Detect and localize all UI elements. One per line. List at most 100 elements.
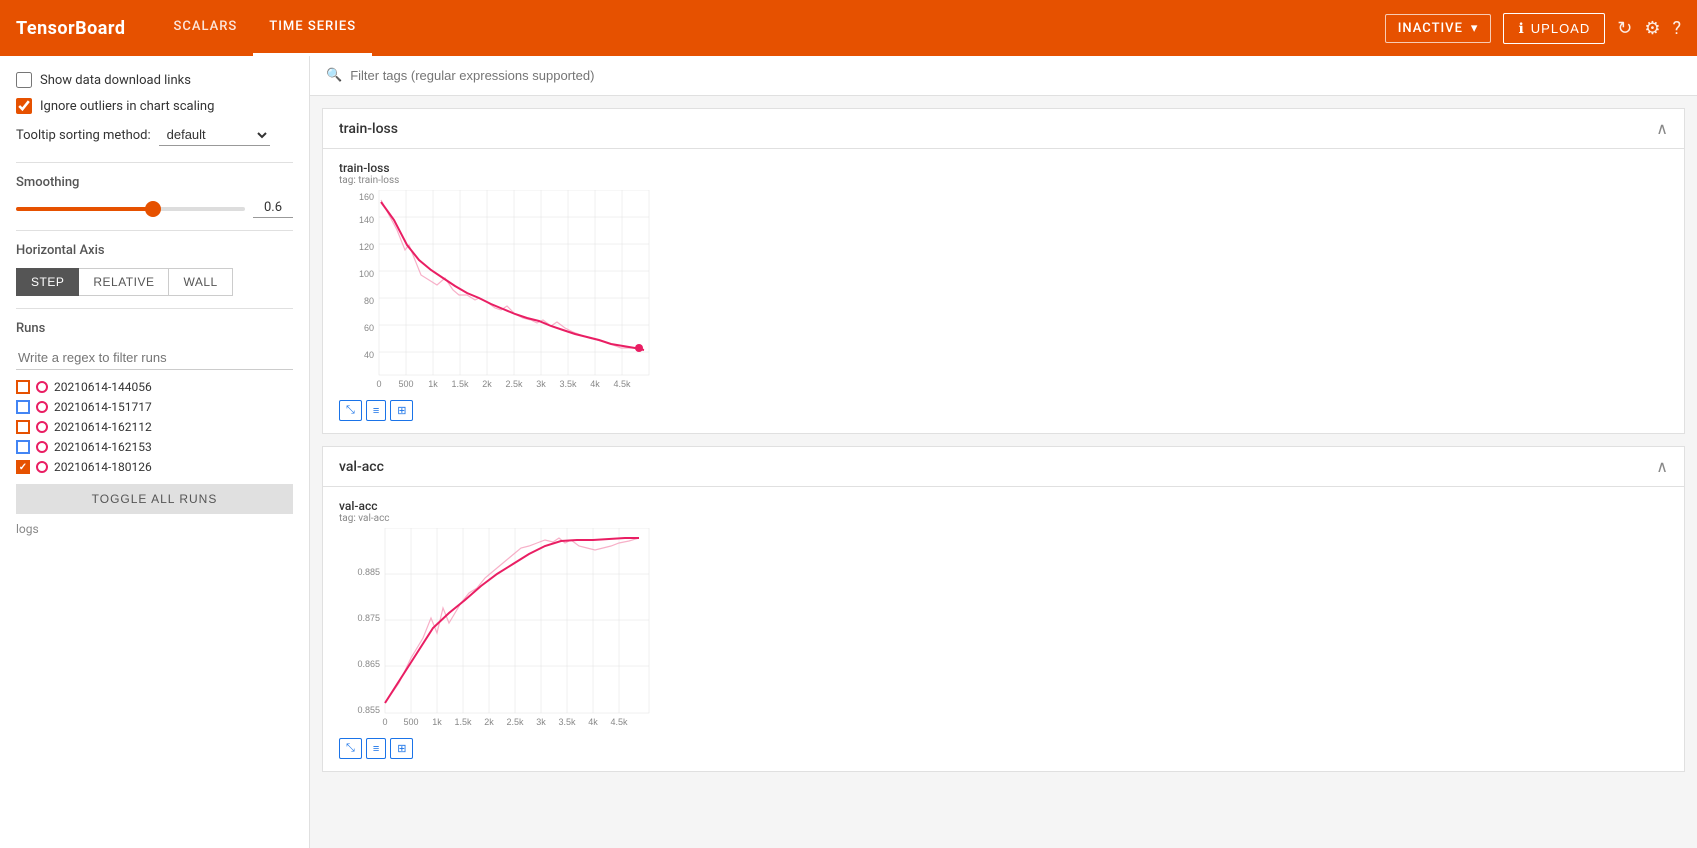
svg-text:160: 160 — [359, 192, 374, 202]
divider-2 — [16, 230, 293, 231]
panel-val-acc-header: val-acc ∧ — [323, 447, 1684, 487]
panel-train-loss: train-loss ∧ train-loss tag: train-loss — [322, 108, 1685, 434]
axis-buttons: STEP RELATIVE WALL — [16, 268, 293, 296]
slider-row: 0.6 — [16, 200, 293, 218]
axis-wall-btn[interactable]: WALL — [169, 268, 232, 296]
topnav: TensorBoard SCALARS TIME SERIES INACTIVE… — [0, 0, 1697, 56]
svg-text:4k: 4k — [590, 379, 600, 389]
settings-icon[interactable]: ⚙ — [1644, 18, 1660, 39]
run-label-4: 20210614-180126 — [54, 460, 152, 474]
svg-text:4.5k: 4.5k — [613, 379, 631, 389]
svg-text:40: 40 — [364, 350, 374, 360]
run-circle-2 — [36, 421, 48, 433]
app-logo: TensorBoard — [16, 18, 126, 39]
panel-val-acc-title: val-acc — [339, 459, 384, 475]
svg-text:1.5k: 1.5k — [454, 717, 472, 727]
panel-val-acc-chevron[interactable]: ∧ — [1656, 457, 1668, 476]
status-dropdown[interactable]: INACTIVE ▾ — [1385, 14, 1492, 43]
data-table-val-acc-btn[interactable]: ≡ — [366, 738, 386, 759]
svg-text:3.5k: 3.5k — [558, 717, 576, 727]
filter-bar: 🔍 — [310, 56, 1697, 96]
expand-val-acc-btn[interactable]: ⤡ — [339, 738, 362, 759]
panel-train-loss-content: train-loss tag: train-loss — [323, 149, 1684, 433]
chart-val-acc-area: 0.855 0.865 0.875 0.885 0 500 1k 1.5k 2k… — [339, 528, 659, 728]
run-circle-0 — [36, 381, 48, 393]
run-item-0[interactable]: 20210614-144056 — [16, 380, 293, 394]
axis-step-btn[interactable]: STEP — [16, 268, 79, 296]
download-btn[interactable]: ⊞ — [390, 400, 413, 421]
divider-3 — [16, 308, 293, 309]
expand-chart-btn[interactable]: ⤡ — [339, 400, 362, 421]
svg-text:3k: 3k — [536, 379, 546, 389]
show-download-checkbox[interactable] — [16, 72, 32, 88]
svg-text:0.855: 0.855 — [357, 705, 380, 715]
options-section: Show data download links Ignore outliers… — [16, 72, 293, 146]
panel-train-loss-header: train-loss ∧ — [323, 109, 1684, 149]
svg-text:4.5k: 4.5k — [610, 717, 628, 727]
panel-val-acc: val-acc ∧ val-acc tag: val-acc — [322, 446, 1685, 772]
logs-label: logs — [16, 522, 293, 536]
divider-1 — [16, 162, 293, 163]
refresh-icon[interactable]: ↻ — [1617, 18, 1632, 39]
svg-text:0.885: 0.885 — [357, 567, 380, 577]
svg-text:3.5k: 3.5k — [559, 379, 577, 389]
svg-text:2.5k: 2.5k — [505, 379, 523, 389]
ignore-outliers-row: Ignore outliers in chart scaling — [16, 98, 293, 114]
panel-train-loss-chevron[interactable]: ∧ — [1656, 119, 1668, 138]
svg-text:100: 100 — [359, 269, 374, 279]
axis-section: Horizontal Axis STEP RELATIVE WALL — [16, 243, 293, 296]
svg-text:0.875: 0.875 — [357, 613, 380, 623]
svg-text:0: 0 — [382, 717, 387, 727]
upload-button[interactable]: ℹ UPLOAD — [1503, 13, 1605, 44]
axis-relative-btn[interactable]: RELATIVE — [79, 268, 169, 296]
nav-links: SCALARS TIME SERIES — [158, 0, 373, 56]
toggle-all-button[interactable]: TOGGLE ALL RUNS — [16, 484, 293, 514]
data-table-btn[interactable]: ≡ — [366, 400, 386, 421]
panel-val-acc-content: val-acc tag: val-acc — [323, 487, 1684, 771]
svg-text:2.5k: 2.5k — [506, 717, 524, 727]
topnav-right: INACTIVE ▾ ℹ UPLOAD ↻ ⚙ ? — [1385, 13, 1681, 44]
svg-text:3k: 3k — [536, 717, 546, 727]
run-item-1[interactable]: 20210614-151717 — [16, 400, 293, 414]
run-color-box-2 — [16, 420, 30, 434]
run-item-3[interactable]: 20210614-162153 — [16, 440, 293, 454]
filter-input[interactable] — [350, 68, 1681, 83]
svg-text:2k: 2k — [484, 717, 494, 727]
panel-train-loss-title: train-loss — [339, 121, 398, 137]
run-label-2: 20210614-162112 — [54, 420, 152, 434]
nav-scalars[interactable]: SCALARS — [158, 0, 254, 56]
svg-text:120: 120 — [359, 242, 374, 252]
show-download-label: Show data download links — [40, 73, 191, 88]
run-label-3: 20210614-162153 — [54, 440, 152, 454]
runs-section: Runs 20210614-144056 20210614-151717 202… — [16, 321, 293, 514]
nav-time-series[interactable]: TIME SERIES — [253, 0, 372, 56]
chart-val-acc-actions: ⤡ ≡ ⊞ — [339, 734, 1668, 763]
tooltip-select[interactable]: default ascending descending — [159, 124, 270, 146]
run-circle-4 — [36, 461, 48, 473]
svg-text:0.865: 0.865 — [357, 659, 380, 669]
help-icon[interactable]: ? — [1672, 18, 1681, 39]
main-content: 🔍 train-loss ∧ train-loss tag: train-los… — [310, 56, 1697, 848]
ignore-outliers-checkbox[interactable] — [16, 98, 32, 114]
chart-train-loss-area: 40 60 80 100 120 140 160 0 500 1k 1.5k — [339, 190, 659, 390]
smoothing-slider[interactable] — [16, 207, 245, 211]
layout: Show data download links Ignore outliers… — [0, 56, 1697, 848]
run-item-4[interactable]: ✓ 20210614-180126 — [16, 460, 293, 474]
svg-text:500: 500 — [403, 717, 418, 727]
upload-icon: ℹ — [1518, 20, 1524, 37]
svg-text:2k: 2k — [482, 379, 492, 389]
chart-val-acc-subtitle: tag: val-acc — [339, 513, 1668, 524]
smoothing-section: Smoothing 0.6 — [16, 175, 293, 218]
svg-text:1k: 1k — [428, 379, 438, 389]
run-item-2[interactable]: 20210614-162112 — [16, 420, 293, 434]
dropdown-arrow: ▾ — [1471, 21, 1479, 36]
slider-thumb — [145, 201, 161, 217]
status-label: INACTIVE — [1398, 21, 1463, 36]
chart-train-loss-svg: 40 60 80 100 120 140 160 0 500 1k 1.5k — [339, 190, 659, 390]
chart-train-loss: train-loss tag: train-loss — [339, 161, 1668, 425]
download-val-acc-btn[interactable]: ⊞ — [390, 738, 413, 759]
runs-filter-input[interactable] — [16, 346, 293, 370]
svg-text:60: 60 — [364, 323, 374, 333]
run-label-1: 20210614-151717 — [54, 400, 152, 414]
chart-val-acc: val-acc tag: val-acc — [339, 499, 1668, 763]
